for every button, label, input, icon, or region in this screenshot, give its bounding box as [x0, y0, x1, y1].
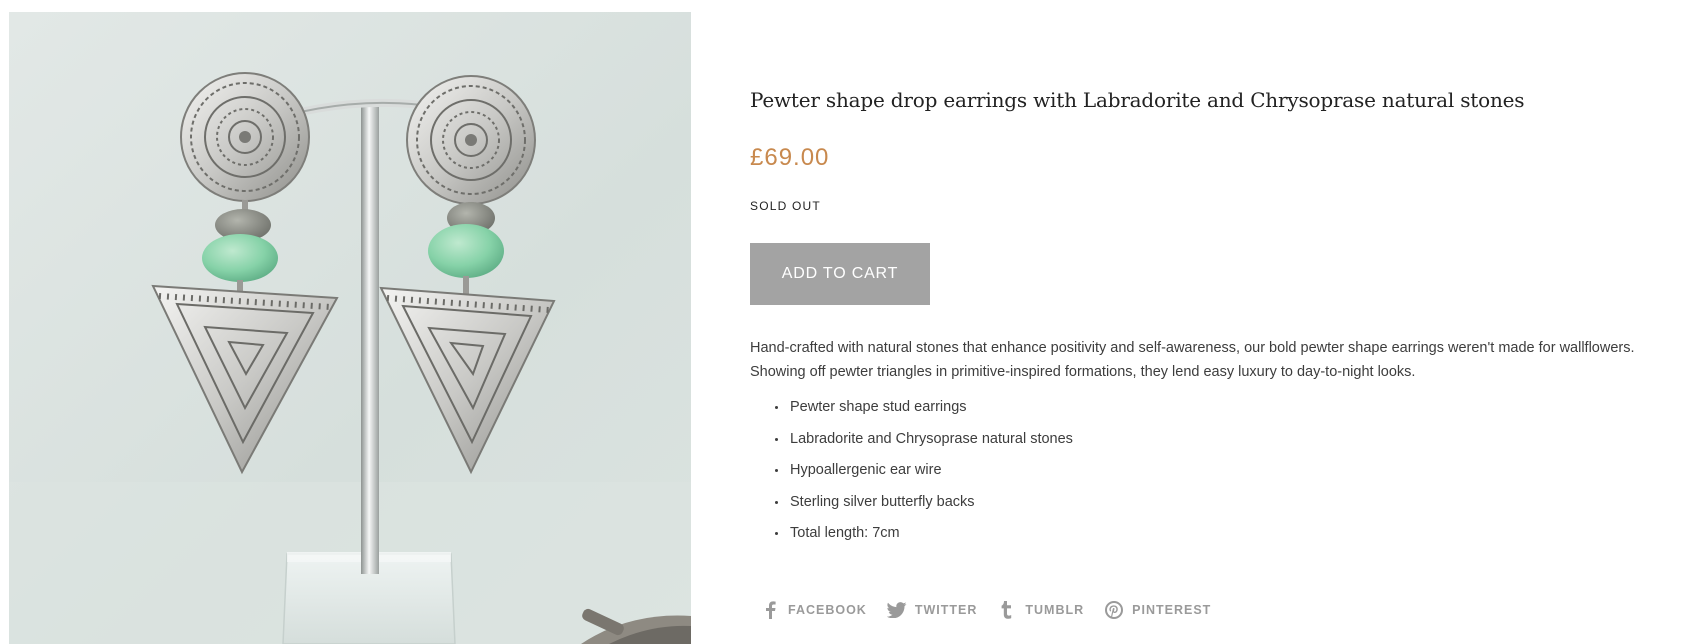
earrings-photo	[9, 12, 691, 644]
share-facebook-label: FACEBOOK	[788, 603, 867, 617]
twitter-icon	[886, 600, 907, 620]
share-tumblr-label: TUMBLR	[1025, 603, 1085, 617]
share-pinterest-link[interactable]: PINTEREST	[1104, 600, 1211, 620]
list-item: Hypoallergenic ear wire	[775, 460, 1073, 480]
share-twitter-link[interactable]: TWITTER	[886, 600, 978, 620]
social-share-links: FACEBOOK TWITTER TUMBLR PINTEREST	[760, 600, 1231, 620]
list-item: Pewter shape stud earrings	[775, 397, 1073, 417]
feature-list: Pewter shape stud earrings Labradorite a…	[750, 397, 1073, 555]
share-twitter-label: TWITTER	[914, 603, 978, 617]
pinterest-icon	[1104, 600, 1124, 620]
product-price: £69.00	[750, 144, 830, 171]
facebook-icon	[760, 600, 780, 620]
product-title: Pewter shape drop earrings with Labrador…	[750, 88, 1525, 112]
availability-status: SOLD OUT	[750, 199, 821, 213]
list-item: Total length: 7cm	[775, 523, 1073, 543]
add-to-cart-button[interactable]: ADD TO CART	[750, 243, 930, 305]
product-description: Hand-crafted with natural stones that en…	[750, 340, 1635, 380]
share-facebook-link[interactable]: FACEBOOK	[760, 600, 867, 620]
share-tumblr-link[interactable]: TUMBLR	[997, 600, 1084, 620]
list-item: Sterling silver butterfly backs	[775, 492, 1073, 512]
share-pinterest-label: PINTEREST	[1132, 603, 1212, 617]
product-image[interactable]	[9, 12, 691, 644]
list-item: Labradorite and Chrysoprase natural ston…	[775, 430, 1073, 447]
tumblr-icon	[997, 600, 1017, 620]
